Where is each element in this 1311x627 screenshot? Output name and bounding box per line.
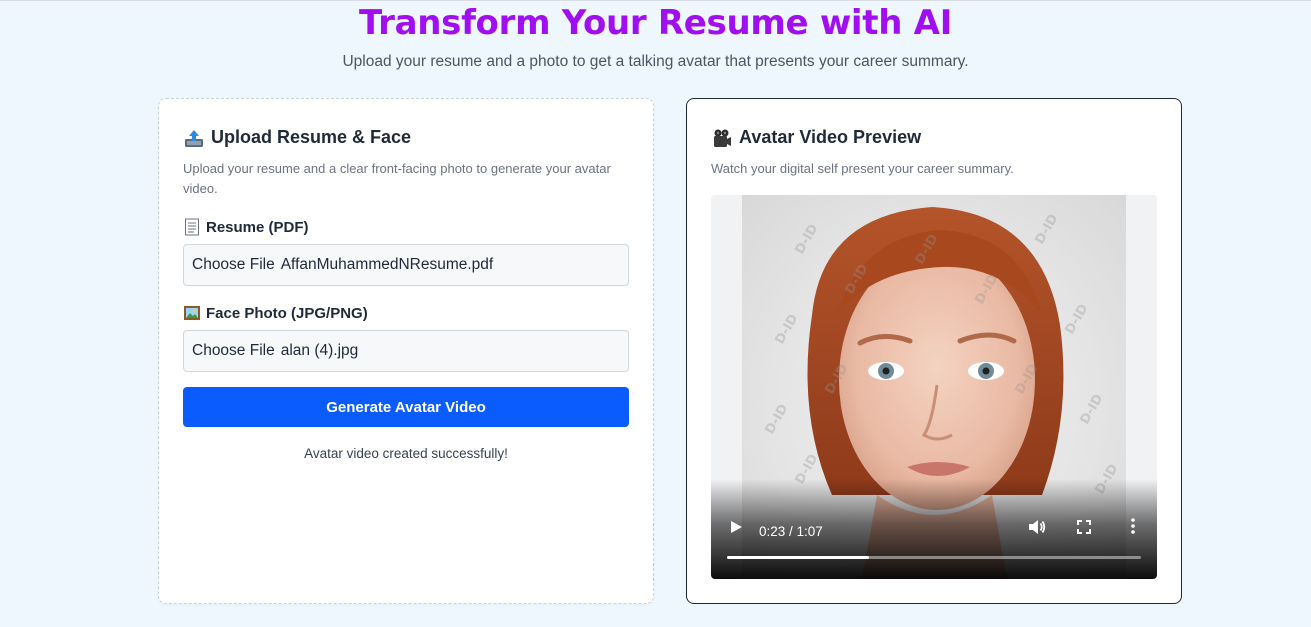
preview-card-header: Avatar Video Preview xyxy=(711,127,921,148)
upload-card-header: Upload Resume & Face xyxy=(183,127,411,148)
photo-field-label: Face Photo (JPG/PNG) xyxy=(183,304,368,322)
video-progress-fill xyxy=(727,556,869,559)
framed-picture-icon xyxy=(183,304,201,322)
resume-field-label: Resume (PDF) xyxy=(183,218,309,236)
page-title: Transform Your Resume with AI xyxy=(358,3,953,43)
resume-file-input[interactable]: Choose File AffanMuhammedNResume.pdf xyxy=(183,244,629,286)
svg-text:D-ID: D-ID xyxy=(1062,302,1091,337)
resume-choose-file-button[interactable]: Choose File xyxy=(192,256,275,274)
photo-choose-file-button[interactable]: Choose File xyxy=(192,342,275,360)
svg-text:D-ID: D-ID xyxy=(762,402,791,437)
status-message: Avatar video created successfully! xyxy=(304,446,508,461)
volume-icon[interactable] xyxy=(1028,519,1046,540)
video-time-display: 0:23 / 1:07 xyxy=(759,524,823,539)
svg-text:D-ID: D-ID xyxy=(1077,392,1106,427)
page-icon xyxy=(183,218,201,236)
fullscreen-icon[interactable] xyxy=(1077,520,1091,539)
svg-text:D-ID: D-ID xyxy=(1032,212,1061,247)
avatar-video-player[interactable]: D-ID D-ID D-ID D-ID D-ID D-ID D-ID D-ID … xyxy=(711,195,1157,579)
video-progress-bar[interactable] xyxy=(727,556,1141,559)
photo-file-input[interactable]: Choose File alan (4).jpg xyxy=(183,330,629,372)
resume-file-name: AffanMuhammedNResume.pdf xyxy=(280,256,494,273)
play-icon[interactable] xyxy=(729,520,743,539)
outbox-tray-icon xyxy=(183,128,203,148)
svg-text:D-ID: D-ID xyxy=(792,222,821,257)
upload-card-title: Upload Resume & Face xyxy=(211,127,412,147)
video-camera-icon xyxy=(711,128,731,148)
page-subtitle: Upload your resume and a photo to get a … xyxy=(342,53,969,70)
photo-file-name: alan (4).jpg xyxy=(280,342,359,359)
generate-avatar-video-button[interactable]: Generate Avatar Video xyxy=(183,387,629,427)
more-options-icon[interactable] xyxy=(1130,518,1136,539)
preview-card-description: Watch your digital self present your car… xyxy=(711,161,1014,176)
svg-text:D-ID: D-ID xyxy=(772,312,801,347)
upload-card-description: Upload your resume and a clear front-fac… xyxy=(183,161,611,196)
video-controls: 0:23 / 1:07 xyxy=(711,479,1157,579)
preview-card-title: Avatar Video Preview xyxy=(739,127,922,147)
preview-card: Avatar Video Preview Watch your digital … xyxy=(686,98,1182,604)
upload-card: Upload Resume & Face Upload your resume … xyxy=(158,98,654,604)
